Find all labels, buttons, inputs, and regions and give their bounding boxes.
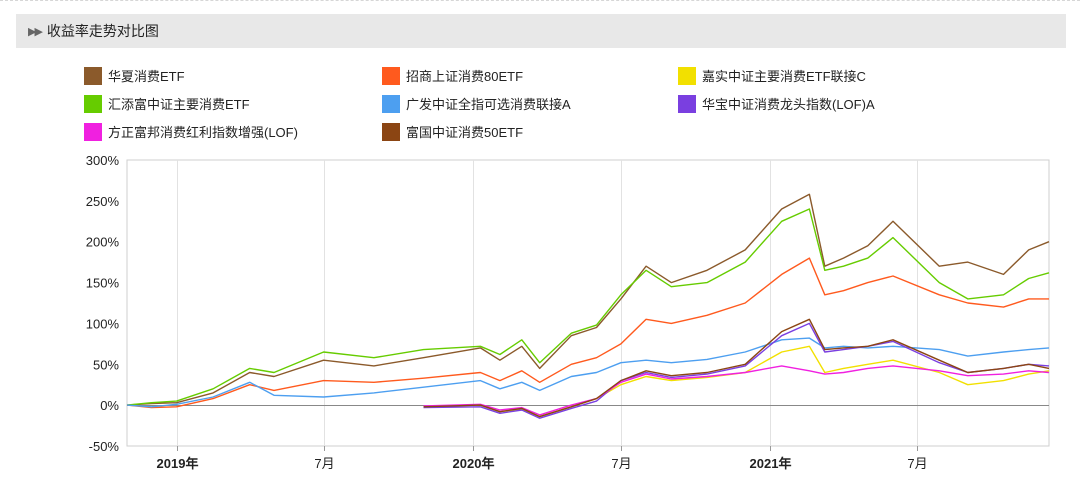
y-tick-label: 0% xyxy=(100,398,119,413)
y-tick-label: 100% xyxy=(86,316,120,331)
x-tick-label: 7月 xyxy=(314,456,334,471)
x-tick-label: 2021年 xyxy=(750,456,792,471)
y-tick-label: 200% xyxy=(86,235,120,250)
x-tick-label: 7月 xyxy=(907,456,927,471)
y-tick-label: 50% xyxy=(93,357,119,372)
x-tick-label: 2020年 xyxy=(453,456,495,471)
series-line xyxy=(126,337,1050,408)
x-tick-label: 2019年 xyxy=(157,456,199,471)
series-line xyxy=(126,257,1049,409)
y-tick-label: 250% xyxy=(86,194,120,209)
y-tick-label: -50% xyxy=(89,439,120,454)
x-tick-label: 7月 xyxy=(611,456,631,471)
series-line xyxy=(423,322,1050,419)
series-line xyxy=(423,345,1050,418)
y-tick-label: 150% xyxy=(86,276,120,291)
line-chart: 2019年 7月 2020年 7月 2021年 7月 -50% 0% 50% 100% 150% 20… xyxy=(86,153,1050,471)
y-tick-label: 300% xyxy=(86,153,120,168)
